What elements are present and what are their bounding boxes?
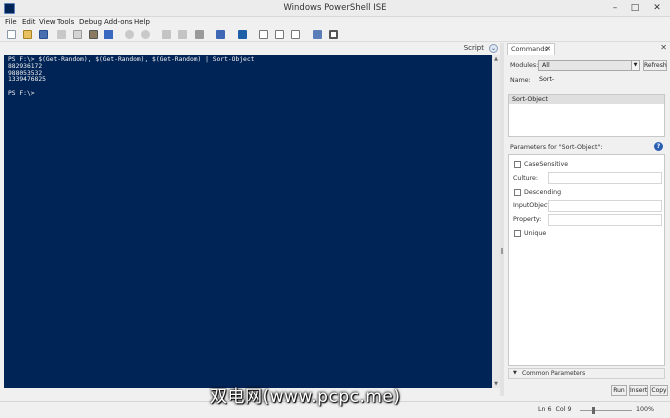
commands-panel: Commands ✕ ✕ Modules: All ▼ Refresh Name… (504, 43, 670, 400)
cursor-position: Ln 6 Col 9 (538, 406, 572, 413)
menu-bar: File Edit View Tools Debug Add-ons Help (0, 17, 670, 27)
close-icon[interactable]: ✕ (545, 44, 551, 55)
show-script-top-icon[interactable] (259, 30, 268, 39)
show-script-pane-icon[interactable] (329, 30, 338, 39)
menu-add-ons[interactable]: Add-ons (104, 17, 133, 27)
panel-close-icon[interactable]: ✕ (660, 43, 667, 52)
open-folder-icon[interactable] (23, 30, 32, 39)
scroll-up-icon[interactable]: ▲ (492, 55, 500, 63)
copy-icon[interactable] (73, 30, 82, 39)
modules-select[interactable]: All ▼ (538, 60, 640, 71)
name-label: Name: (510, 77, 531, 84)
splitter-grip-icon[interactable] (501, 248, 503, 254)
casesensitive-label: CaseSensitive (524, 161, 569, 168)
maximize-button[interactable]: □ (626, 1, 644, 15)
close-button[interactable]: ✕ (648, 1, 666, 15)
menu-debug[interactable]: Debug (79, 17, 102, 27)
unique-label: Unique (524, 230, 547, 237)
console-prompt: PS F:\> (8, 89, 35, 97)
cut-icon[interactable] (57, 30, 66, 39)
run-selection-icon[interactable] (178, 30, 187, 39)
chevron-down-icon[interactable]: ⌄ (489, 44, 498, 53)
line-number: Ln 6 (538, 406, 552, 413)
casesensitive-checkbox[interactable] (514, 161, 521, 168)
zoom-slider[interactable] (580, 407, 632, 414)
common-parameters-expander[interactable]: ▼ Common Parameters (508, 368, 665, 379)
tab-commands-label: Commands (511, 45, 548, 53)
console-line: 882936172 (8, 62, 43, 70)
toolbar (0, 27, 670, 42)
show-command-addon-icon[interactable] (313, 30, 322, 39)
inputobject-input[interactable] (548, 200, 662, 212)
new-file-icon[interactable] (7, 30, 16, 39)
title-bar: Windows PowerShell ISE – □ ✕ (0, 0, 670, 17)
menu-help[interactable]: Help (134, 17, 150, 27)
console-scrollbar[interactable]: ▲ ▼ (492, 55, 500, 388)
menu-edit[interactable]: Edit (22, 17, 36, 27)
window-title: Windows PowerShell ISE (283, 3, 387, 13)
refresh-button[interactable]: Refresh (643, 60, 667, 71)
command-results-list[interactable]: Sort-Object (508, 94, 665, 137)
chevron-down-icon[interactable]: ▼ (631, 61, 639, 70)
script-pane-bar: Script ⌄ (0, 43, 502, 55)
column-number: Col 9 (555, 406, 572, 413)
zoom-slider-thumb[interactable] (592, 407, 595, 414)
culture-input[interactable] (548, 172, 662, 184)
console-line: PS F:\> $(Get-Random), $(Get-Random), $(… (8, 56, 255, 63)
clear-console-icon[interactable] (104, 30, 113, 39)
scroll-down-icon[interactable]: ▼ (492, 380, 500, 388)
console-pane[interactable]: PS F:\> $(Get-Random), $(Get-Random), $(… (4, 55, 492, 388)
menu-tools[interactable]: Tools (57, 17, 74, 27)
menu-file[interactable]: File (5, 17, 17, 27)
help-icon[interactable]: ? (654, 142, 663, 151)
list-item[interactable]: Sort-Object (509, 95, 664, 104)
unique-checkbox[interactable] (514, 230, 521, 237)
culture-label: Culture: (513, 175, 539, 182)
menu-view[interactable]: View (39, 17, 56, 27)
new-remote-tab-icon[interactable] (216, 30, 225, 39)
console-line: 988053532 (8, 69, 43, 77)
property-input[interactable] (548, 214, 662, 226)
parameters-form: CaseSensitive Culture: Descending InputO… (508, 154, 665, 366)
insert-button[interactable]: Insert (629, 385, 648, 396)
save-icon[interactable] (39, 30, 48, 39)
redo-icon[interactable] (141, 30, 150, 39)
script-pane-label[interactable]: Script (464, 44, 484, 52)
common-parameters-label: Common Parameters (522, 370, 586, 377)
show-script-max-icon[interactable] (291, 30, 300, 39)
undo-icon[interactable] (125, 30, 134, 39)
copy-button[interactable]: Copy (650, 385, 668, 396)
watermark: 双电网(www.pcpc.me) (210, 387, 401, 407)
modules-label: Modules: (510, 62, 539, 69)
descending-label: Descending (524, 189, 562, 196)
console-line: 1339476825 (8, 76, 46, 84)
name-input[interactable]: Sort- (538, 74, 666, 85)
paste-icon[interactable] (89, 30, 98, 39)
inputobject-label: InputObject: (513, 202, 552, 209)
descending-checkbox[interactable] (514, 189, 521, 196)
zoom-level: 100% (636, 406, 655, 413)
run-button[interactable]: Run (611, 385, 627, 396)
property-label: Property: (513, 216, 542, 223)
stop-icon[interactable] (195, 30, 204, 39)
minimize-button[interactable]: – (606, 1, 624, 15)
modules-value: All (542, 62, 550, 69)
parameters-header: Parameters for "Sort-Object": (510, 144, 603, 151)
run-script-icon[interactable] (162, 30, 171, 39)
chevron-down-icon: ▼ (513, 370, 517, 376)
show-script-right-icon[interactable] (275, 30, 284, 39)
start-powershell-icon[interactable] (238, 30, 247, 39)
tab-commands[interactable]: Commands ✕ (507, 43, 555, 55)
